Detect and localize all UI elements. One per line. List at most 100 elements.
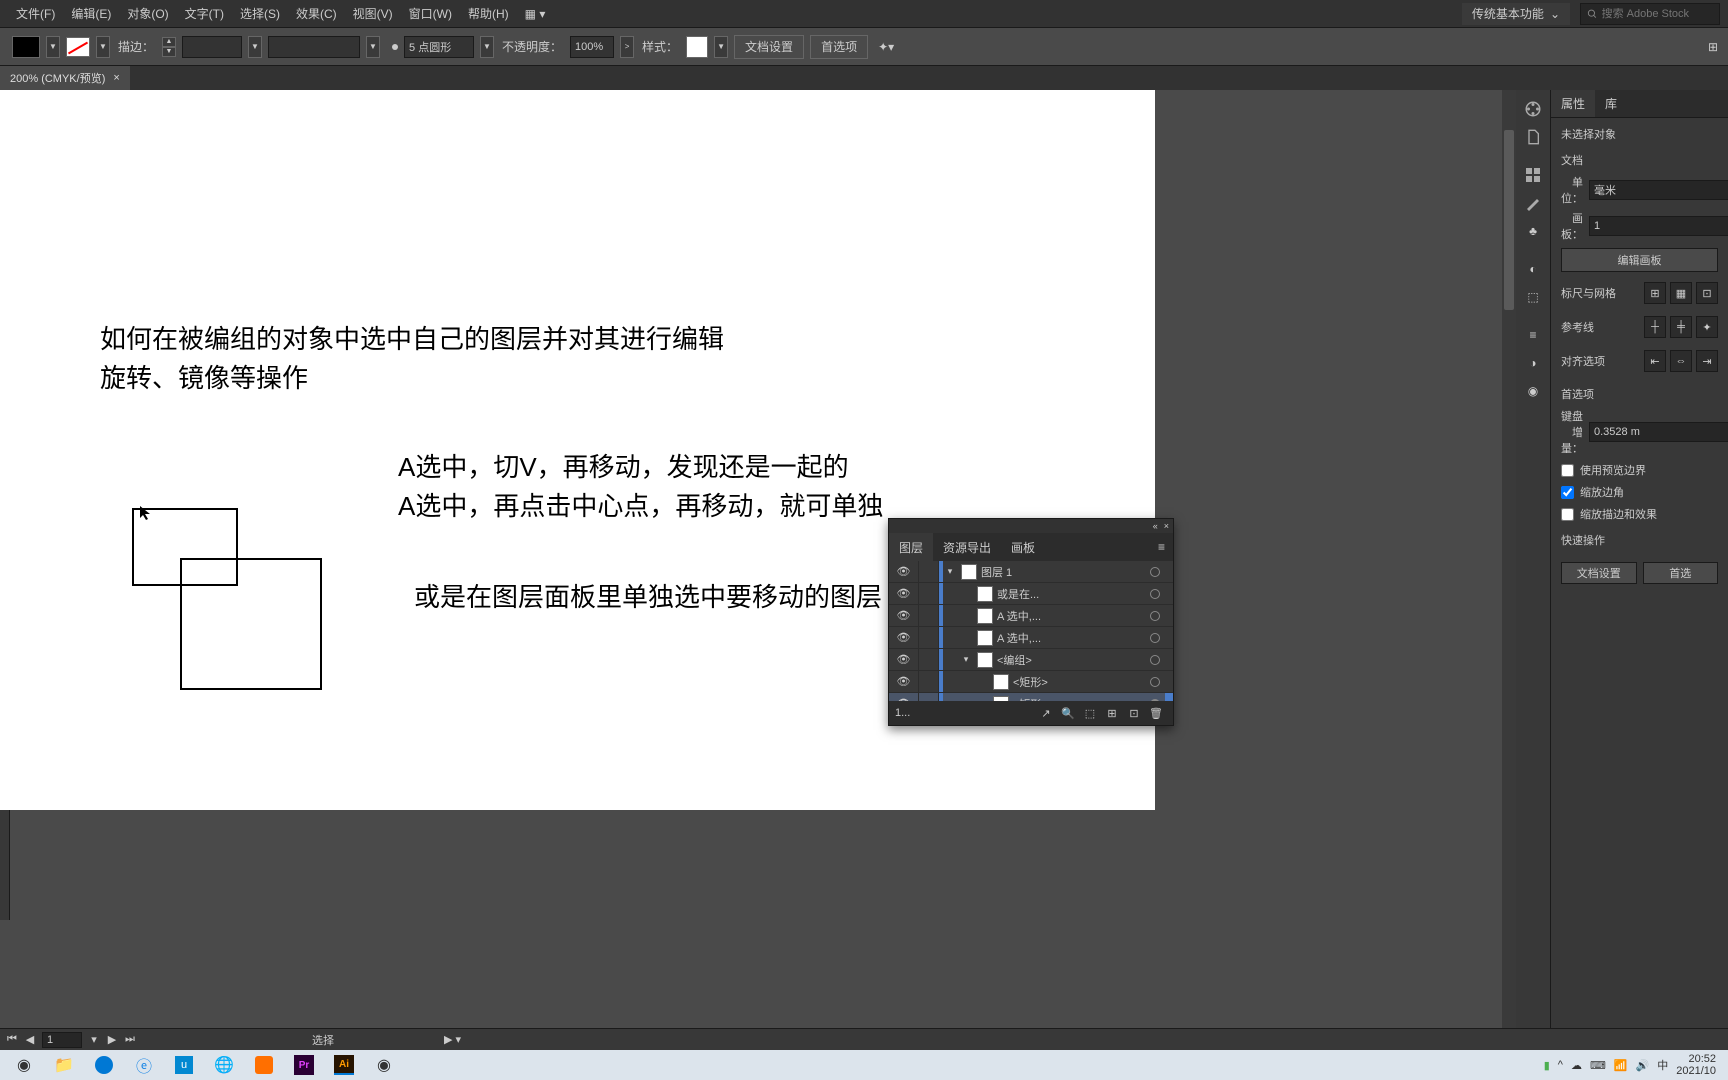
visibility-icon[interactable]: 👁: [889, 649, 919, 670]
align3-icon[interactable]: ⇥: [1696, 350, 1718, 372]
menu-view[interactable]: 视图(V): [345, 5, 401, 22]
stroke-weight-input[interactable]: [182, 36, 242, 58]
new-layer-icon[interactable]: ⊡: [1123, 703, 1145, 723]
menu-edit[interactable]: 编辑(E): [63, 5, 119, 22]
target-icon[interactable]: [1145, 611, 1165, 621]
brushes-icon[interactable]: [1519, 190, 1547, 216]
quick-doc-button[interactable]: 文档设置: [1561, 562, 1637, 584]
rectangle-2[interactable]: [180, 558, 322, 690]
last-artboard-icon[interactable]: ⏭: [122, 1033, 138, 1046]
menu-effect[interactable]: 效果(C): [288, 5, 345, 22]
browser-icon[interactable]: [244, 1050, 284, 1080]
visibility-icon[interactable]: 👁: [889, 627, 919, 648]
onedrive-icon[interactable]: ☁: [1571, 1059, 1582, 1072]
target-icon[interactable]: [1145, 699, 1165, 702]
scale-corners-checkbox[interactable]: [1561, 486, 1574, 499]
key-incr-input[interactable]: [1589, 422, 1728, 442]
search-stock[interactable]: [1580, 3, 1720, 25]
target-icon[interactable]: [1145, 655, 1165, 665]
tab-artboards[interactable]: 画板: [1001, 533, 1045, 561]
layers-panel[interactable]: « × 图层 资源导出 画板 ≡ 👁▾图层 1👁或是在...👁A 选中,...👁…: [888, 518, 1174, 726]
scale-strokes-checkbox[interactable]: [1561, 508, 1574, 521]
target-icon[interactable]: [1145, 567, 1165, 577]
status-play-icon[interactable]: ▶ ▾: [444, 1033, 461, 1046]
layer-name[interactable]: <编组>: [997, 652, 1145, 668]
gradient-icon[interactable]: ◐: [1519, 256, 1547, 282]
export-icon[interactable]: ↗: [1035, 703, 1057, 723]
edit-artboard-button[interactable]: 编辑画板: [1561, 248, 1718, 272]
premiere-icon[interactable]: Pr: [284, 1050, 324, 1080]
opacity-dropdown[interactable]: >: [620, 36, 634, 58]
canvas-wrap[interactable]: 如何在被编组的对象中选中自己的图层并对其进行编辑 旋转、镜像等操作 A选中，切V…: [0, 90, 1516, 1028]
artboard-nav-dropdown[interactable]: ▾: [86, 1033, 102, 1046]
next-artboard-icon[interactable]: ▶: [104, 1033, 120, 1046]
first-artboard-icon[interactable]: ⏮: [4, 1033, 20, 1046]
explorer-icon[interactable]: 📁: [44, 1050, 84, 1080]
clock[interactable]: 20:52 2021/10: [1676, 1053, 1716, 1077]
layer-name[interactable]: 或是在...: [997, 586, 1145, 602]
pin-icon[interactable]: ✦▾: [878, 40, 894, 54]
visibility-icon[interactable]: 👁: [889, 561, 919, 582]
layer-name[interactable]: A 选中,...: [997, 630, 1145, 646]
layer-name[interactable]: <矩形>: [1013, 674, 1145, 690]
search-input[interactable]: [1602, 8, 1713, 20]
guide2-icon[interactable]: ╪: [1670, 316, 1692, 338]
app1-icon[interactable]: [84, 1050, 124, 1080]
tab-library[interactable]: 库: [1595, 90, 1627, 117]
doc-tab[interactable]: 200% (CMYK/预览) ×: [0, 66, 130, 90]
artboard-select[interactable]: [1589, 216, 1728, 236]
menu-type[interactable]: 文字(T): [177, 5, 232, 22]
fill-swatch[interactable]: [12, 36, 40, 58]
target-icon[interactable]: [1145, 677, 1165, 687]
guide1-icon[interactable]: ┼: [1644, 316, 1666, 338]
layer-row[interactable]: 👁 ▾ <编组>: [889, 649, 1173, 671]
visibility-icon[interactable]: 👁: [889, 671, 919, 692]
arrange-docs-icon[interactable]: ▦ ▾: [517, 7, 554, 21]
sublayer-icon[interactable]: ⊞: [1101, 703, 1123, 723]
fill-dropdown[interactable]: ▼: [46, 36, 60, 58]
brush-input[interactable]: [404, 36, 474, 58]
snap-icon[interactable]: ⊡: [1696, 282, 1718, 304]
app2-icon[interactable]: u: [164, 1050, 204, 1080]
twisty-icon[interactable]: ▾: [943, 566, 957, 577]
layer-row[interactable]: 👁 ▾ 图层 1: [889, 561, 1173, 583]
chrome-icon[interactable]: 🌐: [204, 1050, 244, 1080]
appearance-icon[interactable]: ◉: [1519, 378, 1547, 404]
stroke-weight-dropdown[interactable]: ▼: [248, 36, 262, 58]
prefs-button[interactable]: 首选项: [810, 35, 868, 59]
profile-dropdown[interactable]: ▼: [366, 36, 380, 58]
ime-icon[interactable]: 中: [1657, 1057, 1668, 1073]
layers-panel-head[interactable]: « ×: [889, 519, 1173, 533]
layer-row[interactable]: 👁 <矩形>: [889, 671, 1173, 693]
tab-layers[interactable]: 图层: [889, 533, 933, 561]
battery-icon[interactable]: ▮: [1544, 1059, 1550, 1072]
layer-name[interactable]: 图层 1: [981, 564, 1145, 580]
twisty-icon[interactable]: ▾: [959, 654, 973, 665]
wifi-icon[interactable]: 📶: [1614, 1059, 1628, 1072]
color-panel-icon[interactable]: [1519, 96, 1547, 122]
guide3-icon[interactable]: ✦: [1696, 316, 1718, 338]
lock-cell[interactable]: [919, 605, 939, 626]
layer-row[interactable]: 👁 A 选中,...: [889, 605, 1173, 627]
lock-cell[interactable]: [919, 693, 939, 701]
close-panel-icon[interactable]: ×: [1164, 521, 1169, 531]
visibility-icon[interactable]: 👁: [889, 605, 919, 626]
lock-cell[interactable]: [919, 583, 939, 604]
target-icon[interactable]: [1145, 633, 1165, 643]
layer-name[interactable]: <矩形>: [1013, 696, 1145, 702]
lock-cell[interactable]: [919, 627, 939, 648]
illustrator-icon[interactable]: Ai: [324, 1050, 364, 1080]
ruler-icon[interactable]: ⊞: [1644, 282, 1666, 304]
opacity-input[interactable]: [570, 36, 614, 58]
tab-properties[interactable]: 属性: [1551, 90, 1595, 117]
locate-icon[interactable]: 🔍: [1057, 703, 1079, 723]
stroke-dropdown[interactable]: ▼: [96, 36, 110, 58]
artboards-icon[interactable]: ⬚: [1519, 284, 1547, 310]
target-icon[interactable]: [1145, 589, 1165, 599]
layer-name[interactable]: A 选中,...: [997, 608, 1145, 624]
vertical-scrollbar[interactable]: [1502, 90, 1516, 1028]
layer-row[interactable]: 👁或是在...: [889, 583, 1173, 605]
menu-window[interactable]: 窗口(W): [401, 5, 460, 22]
ie-icon[interactable]: ⓔ: [124, 1050, 164, 1080]
doc-setup-button[interactable]: 文档设置: [734, 35, 804, 59]
